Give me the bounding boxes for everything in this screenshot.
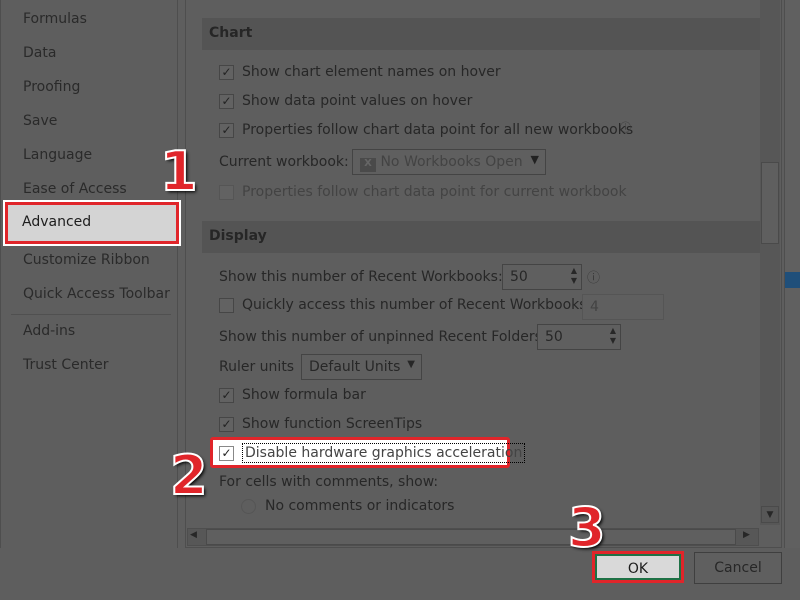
spinner-arrows-icon[interactable]: ▲ ▼: [610, 326, 616, 346]
sidebar-item-language[interactable]: Language: [23, 147, 92, 163]
no-comments-label: No comments or indicators: [265, 498, 455, 514]
annotation-step-3: 3: [567, 495, 607, 560]
props-current-workbook-label: Properties follow chart data point for c…: [242, 184, 627, 200]
scrollbar-thumb[interactable]: [206, 529, 736, 545]
section-header-chart: Chart: [202, 18, 760, 50]
comments-label: For cells with comments, show:: [219, 474, 439, 490]
section-header-display: Display: [202, 221, 760, 253]
annotation-step-2: 2: [169, 443, 209, 508]
recent-workbooks-label: Show this number of Recent Workbooks:: [219, 269, 503, 285]
options-sidebar: Formulas Data Proofing Save Language Eas…: [0, 0, 178, 548]
excel-icon: X: [360, 158, 376, 172]
spinner-arrows-icon[interactable]: ▲ ▼: [571, 266, 577, 286]
sidebar-item-trust-center[interactable]: Trust Center: [23, 357, 108, 373]
cancel-button[interactable]: Cancel: [694, 552, 782, 584]
recent-folders-spinner[interactable]: 50 ▲ ▼: [537, 324, 621, 350]
background-selection: [785, 272, 800, 288]
hw-accel-highlight: ✓ Disable hardware graphics acceleration: [210, 437, 526, 468]
sidebar-divider: [11, 314, 171, 315]
sidebar-item-proofing[interactable]: Proofing: [23, 79, 80, 95]
sidebar-item-ease-of-access[interactable]: Ease of Access: [23, 181, 127, 197]
scrollbar-thumb[interactable]: [761, 162, 779, 244]
section-title: Display: [209, 228, 267, 244]
screentips-label: Show function ScreenTips: [242, 416, 423, 432]
advanced-options-panel: Chart ✓ Show chart element names on hove…: [185, 0, 782, 548]
screentips-checkbox[interactable]: ✓: [219, 417, 234, 432]
formula-bar-checkbox[interactable]: ✓: [219, 388, 234, 403]
scroll-right-icon[interactable]: ▶: [743, 530, 750, 540]
quick-access-spinner[interactable]: 4: [582, 294, 664, 320]
ruler-units-label: Ruler units: [219, 359, 295, 375]
scroll-left-icon[interactable]: ◀: [190, 530, 197, 540]
dropdown-value: No Workbooks Open: [380, 154, 523, 170]
sidebar-item-customize-ribbon[interactable]: Customize Ribbon: [23, 252, 150, 268]
sidebar-item-advanced[interactable]: Advanced: [5, 202, 179, 244]
show-data-values-label: Show data point values on hover: [242, 93, 473, 109]
info-icon: ⓘ: [587, 271, 601, 286]
props-all-workbooks-label: Properties follow chart data point for a…: [242, 122, 634, 138]
chevron-down-icon: ▼: [407, 359, 415, 370]
no-comments-radio[interactable]: [241, 499, 256, 514]
sidebar-item-add-ins[interactable]: Add-ins: [23, 323, 75, 339]
quick-access-label: Quickly access this number of Recent Wor…: [242, 297, 592, 313]
horizontal-scrollbar[interactable]: ◀ ▶: [187, 528, 759, 546]
sidebar-item-save[interactable]: Save: [23, 113, 57, 129]
ruler-units-dropdown[interactable]: Default Units ▼: [301, 354, 422, 380]
info-icon: ⓘ: [620, 121, 631, 134]
show-chart-names-label: Show chart element names on hover: [242, 64, 501, 80]
hw-accel-checkbox[interactable]: ✓: [219, 446, 234, 461]
chevron-down-icon: ▼: [530, 153, 539, 166]
background-workbook-edge: [784, 0, 800, 548]
dropdown-value: Default Units: [309, 359, 401, 375]
sidebar-item-quick-access-toolbar[interactable]: Quick Access Toolbar: [23, 286, 170, 302]
recent-workbooks-spinner[interactable]: 50 ▲ ▼: [502, 264, 582, 290]
spinner-value: 4: [590, 299, 599, 315]
current-workbook-label: Current workbook:: [219, 154, 349, 170]
spinner-value: 50: [510, 269, 528, 285]
quick-access-checkbox[interactable]: [219, 298, 234, 313]
current-workbook-dropdown[interactable]: X No Workbooks Open ▼: [352, 149, 546, 175]
formula-bar-label: Show formula bar: [242, 387, 366, 403]
hw-accel-label: Disable hardware graphics acceleration: [242, 443, 526, 463]
annotation-step-1: 1: [159, 139, 199, 204]
sidebar-item-data[interactable]: Data: [23, 45, 56, 61]
scroll-down-icon[interactable]: ▼: [761, 506, 779, 523]
props-current-workbook-checkbox[interactable]: [219, 185, 234, 200]
vertical-scrollbar[interactable]: ▼: [760, 0, 780, 525]
sidebar-item-label: Advanced: [22, 214, 92, 230]
spinner-value: 50: [545, 329, 563, 345]
recent-folders-label: Show this number of unpinned Recent Fold…: [219, 329, 547, 345]
props-all-workbooks-checkbox[interactable]: ✓: [219, 123, 234, 138]
section-title: Chart: [209, 25, 253, 41]
show-chart-names-checkbox[interactable]: ✓: [219, 65, 234, 80]
sidebar-item-formulas[interactable]: Formulas: [23, 11, 87, 27]
show-data-values-checkbox[interactable]: ✓: [219, 94, 234, 109]
